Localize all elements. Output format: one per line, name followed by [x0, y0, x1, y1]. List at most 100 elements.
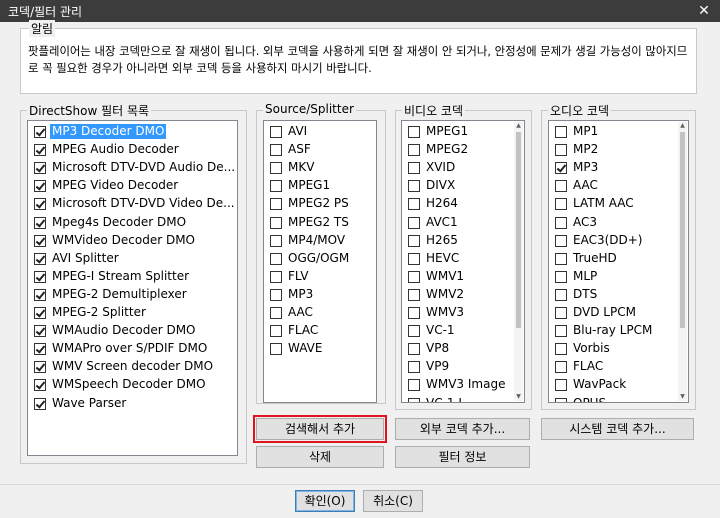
item-label: VC-1	[426, 323, 455, 338]
item-checkbox[interactable]	[408, 325, 420, 338]
item-checkbox[interactable]	[555, 307, 567, 319]
item-label: WMV2	[426, 286, 465, 301]
item-checkbox[interactable]	[555, 216, 567, 229]
item-checkbox[interactable]	[34, 216, 46, 229]
item-checkbox[interactable]	[408, 361, 420, 374]
item-checkbox[interactable]	[270, 198, 282, 211]
item-label: XVID	[426, 160, 456, 175]
vertical-scrollbar[interactable]: ▲ ▼	[514, 122, 523, 401]
item-checkbox[interactable]	[270, 325, 282, 338]
cancel-button[interactable]: 취소(C)	[363, 490, 423, 512]
directshow-filter-list[interactable]: MP3 Decoder DMO MPEG Audio Decoder Microso…	[27, 120, 238, 456]
item-label: WMAPro over S/PDIF DMO	[52, 341, 208, 356]
item-checkbox[interactable]	[34, 397, 46, 410]
item-label: MPEG-2 Splitter	[52, 305, 146, 319]
item-checkbox[interactable]	[270, 288, 282, 301]
item-checkbox[interactable]	[270, 162, 282, 175]
item-checkbox[interactable]	[555, 343, 567, 356]
item-checkbox[interactable]	[555, 144, 567, 157]
item-checkbox[interactable]	[408, 397, 420, 402]
item-checkbox[interactable]	[555, 325, 567, 338]
scroll-down-icon[interactable]: ▼	[515, 393, 522, 401]
item-checkbox[interactable]	[34, 234, 46, 247]
item-checkbox[interactable]	[408, 288, 420, 301]
close-icon[interactable]: ✕	[688, 0, 720, 22]
audio-codec-list[interactable]: MP1 MP2 MP3 AAC LATM AAC AC3 EAC3(DD+) TrueHD ML…	[548, 120, 689, 403]
source-splitter-list[interactable]: AVI ASF MKV MPEG1 MPEG2 PS MPEG2 TS MP4/MOV OGG…	[263, 120, 377, 403]
item-checkbox[interactable]	[270, 270, 282, 283]
item-checkbox[interactable]	[408, 180, 420, 193]
scroll-down-icon[interactable]: ▼	[679, 393, 686, 401]
external-codec-add-button[interactable]: 외부 코덱 추가...	[395, 418, 530, 440]
item-checkbox[interactable]	[270, 252, 282, 265]
item-checkbox[interactable]	[34, 144, 46, 157]
scroll-up-icon[interactable]: ▲	[515, 122, 522, 130]
item-checkbox[interactable]	[34, 288, 46, 301]
item-checkbox[interactable]	[270, 216, 282, 229]
video-codec-list[interactable]: MPEG1 MPEG2 XVID DIVX H264 AVC1 H265 HEVC WMV1 WM…	[401, 120, 525, 403]
item-checkbox[interactable]	[34, 252, 46, 265]
item-checkbox[interactable]	[555, 397, 567, 402]
title-bar[interactable]: 코덱/필터 관리 ✕	[0, 0, 720, 22]
item-checkbox[interactable]	[408, 144, 420, 157]
item-checkbox[interactable]	[270, 307, 282, 319]
item-label: Mpeg4s Decoder DMO	[52, 214, 187, 229]
item-checkbox[interactable]	[555, 379, 567, 392]
item-checkbox[interactable]	[408, 379, 420, 392]
vertical-scrollbar[interactable]: ▲ ▼	[678, 122, 687, 401]
item-label: MPEG1	[288, 178, 331, 193]
item-label: EAC3(DD+)	[573, 232, 643, 247]
notice-box: 알림 팟플레이어는 내장 코덱만으로 잘 재생이 됩니다. 외부 코덱을 사용하…	[20, 20, 697, 94]
item-checkbox[interactable]	[408, 162, 420, 175]
item-checkbox[interactable]	[408, 126, 420, 138]
item-checkbox[interactable]	[270, 343, 282, 356]
item-checkbox[interactable]	[270, 126, 282, 138]
scroll-thumb[interactable]	[516, 132, 521, 328]
item-label: H264	[426, 196, 458, 211]
item-checkbox[interactable]	[555, 361, 567, 374]
item-checkbox[interactable]	[34, 343, 46, 356]
item-label: OGG/OGM	[288, 250, 350, 265]
item-checkbox[interactable]	[270, 234, 282, 247]
item-checkbox[interactable]	[34, 307, 46, 319]
notice-legend: 알림	[29, 20, 56, 37]
item-checkbox[interactable]	[555, 126, 567, 138]
scroll-thumb[interactable]	[680, 132, 685, 328]
item-checkbox[interactable]	[408, 252, 420, 265]
item-checkbox[interactable]	[408, 343, 420, 356]
scroll-up-icon[interactable]: ▲	[679, 122, 686, 130]
item-checkbox[interactable]	[270, 144, 282, 157]
item-checkbox[interactable]	[555, 234, 567, 247]
system-codec-add-button[interactable]: 시스템 코덱 추가...	[541, 418, 694, 440]
ok-button[interactable]: 확인(O)	[295, 490, 355, 512]
item-checkbox[interactable]	[408, 270, 420, 283]
item-checkbox[interactable]	[34, 180, 46, 193]
item-checkbox[interactable]	[408, 307, 420, 319]
item-checkbox[interactable]	[555, 270, 567, 283]
item-checkbox[interactable]	[270, 180, 282, 193]
item-label: MPEG2	[426, 142, 469, 157]
delete-button[interactable]: 삭제	[256, 446, 384, 468]
item-checkbox[interactable]	[555, 162, 567, 175]
item-checkbox[interactable]	[555, 180, 567, 193]
footer-separator	[0, 484, 720, 485]
item-label: WMV3	[426, 305, 465, 319]
item-checkbox[interactable]	[408, 234, 420, 247]
filter-info-button[interactable]: 필터 정보	[395, 446, 530, 468]
item-checkbox[interactable]	[34, 126, 46, 138]
item-checkbox[interactable]	[408, 216, 420, 229]
item-checkbox[interactable]	[555, 198, 567, 211]
item-checkbox[interactable]	[34, 361, 46, 374]
item-checkbox[interactable]	[555, 252, 567, 265]
item-checkbox[interactable]	[34, 325, 46, 338]
item-checkbox[interactable]	[34, 379, 46, 392]
item-checkbox[interactable]	[555, 288, 567, 301]
item-label: AC3	[573, 214, 598, 229]
item-checkbox[interactable]	[34, 270, 46, 283]
item-checkbox[interactable]	[408, 198, 420, 211]
item-label: Vorbis	[573, 341, 610, 356]
item-checkbox[interactable]	[34, 162, 46, 175]
search-add-button[interactable]: 검색해서 추가	[253, 415, 387, 443]
item-label: MPEG Video Decoder	[52, 178, 179, 193]
item-checkbox[interactable]	[34, 198, 46, 211]
